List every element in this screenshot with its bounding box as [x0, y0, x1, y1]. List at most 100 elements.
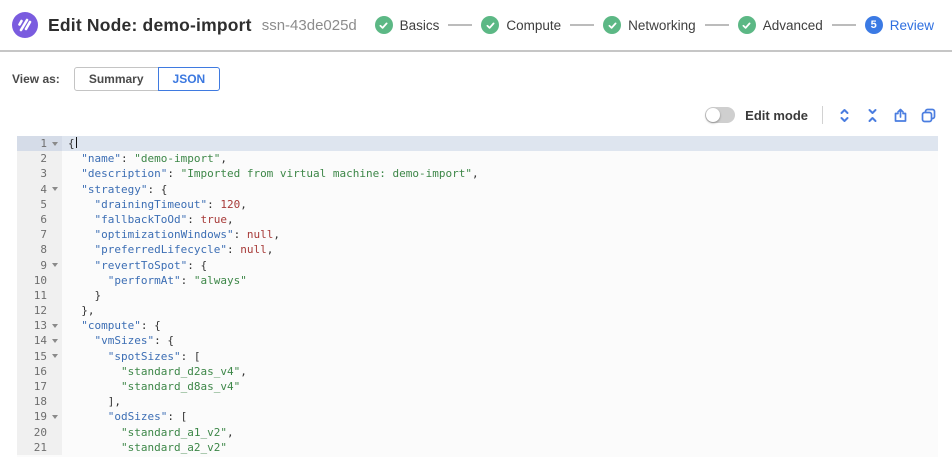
- editor-line: 8 "preferredLifecycle": null,: [17, 242, 938, 257]
- fold-toggle-icon[interactable]: [52, 415, 58, 419]
- line-number: 16: [17, 364, 62, 379]
- editor-line: 9 "revertToSpot": {: [17, 258, 938, 273]
- edit-mode-toggle[interactable]: [705, 107, 735, 123]
- editor-line: 12 },: [17, 303, 938, 318]
- step-label: Review: [890, 18, 934, 33]
- line-number-gutter: 15: [17, 349, 62, 364]
- text-cursor: [76, 137, 78, 148]
- check-icon: [603, 16, 621, 34]
- line-number: 20: [17, 425, 62, 440]
- code-text: "revertToSpot": {: [62, 258, 938, 273]
- line-number: 12: [17, 303, 62, 318]
- collapse-icon[interactable]: [865, 108, 880, 123]
- line-number-gutter: 6: [17, 212, 62, 227]
- view-as-label: View as:: [12, 72, 60, 86]
- line-number-gutter: 12: [17, 303, 62, 318]
- code-text: },: [62, 303, 938, 318]
- line-number-gutter: 2: [17, 151, 62, 166]
- editor-line: 19 "odSizes": [: [17, 409, 938, 424]
- code-text: "performAt": "always": [62, 273, 938, 288]
- step-connector: [570, 24, 594, 26]
- step-label: Compute: [506, 18, 561, 33]
- editor-toolbar: Edit mode: [0, 104, 952, 126]
- editor-line: 1{: [17, 136, 938, 151]
- line-number-gutter: 16: [17, 364, 62, 379]
- line-number: 11: [17, 288, 62, 303]
- line-number-gutter: 10: [17, 273, 62, 288]
- line-number: 8: [17, 242, 62, 257]
- code-text: "name": "demo-import",: [62, 151, 938, 166]
- page-title: Edit Node: demo-import: [48, 15, 252, 36]
- code-text: "standard_a1_v2",: [62, 425, 938, 440]
- line-number-gutter: 5: [17, 197, 62, 212]
- code-text: "optimizationWindows": null,: [62, 227, 938, 242]
- editor-line: 11 }: [17, 288, 938, 303]
- editor-line: 10 "performAt": "always": [17, 273, 938, 288]
- stepper: Basics Compute Networking Advanced 5Review: [375, 16, 940, 34]
- fold-toggle-icon[interactable]: [52, 354, 58, 358]
- expand-icon[interactable]: [837, 108, 852, 123]
- code-text: "description": "Imported from virtual ma…: [62, 166, 938, 181]
- code-text: ],: [62, 394, 938, 409]
- node-id: ssn-43de025d: [262, 17, 357, 34]
- step-networking[interactable]: Networking: [603, 16, 696, 34]
- code-text: "strategy": {: [62, 182, 938, 197]
- view-as-summary-button[interactable]: Summary: [74, 67, 159, 91]
- view-as-row: View as: Summary JSON: [0, 67, 952, 91]
- line-number: 3: [17, 166, 62, 181]
- step-label: Advanced: [763, 18, 823, 33]
- code-text: "spotSizes": [: [62, 349, 938, 364]
- editor-line: 7 "optimizationWindows": null,: [17, 227, 938, 242]
- line-number-gutter: 11: [17, 288, 62, 303]
- step-advanced[interactable]: Advanced: [738, 16, 823, 34]
- line-number: 18: [17, 394, 62, 409]
- check-icon: [375, 16, 393, 34]
- editor-line: 14 "vmSizes": {: [17, 333, 938, 348]
- code-text: "odSizes": [: [62, 409, 938, 424]
- code-text: }: [62, 288, 938, 303]
- line-number-gutter: 20: [17, 425, 62, 440]
- editor-line: 16 "standard_d2as_v4",: [17, 364, 938, 379]
- code-text: "compute": {: [62, 318, 938, 333]
- code-text: "drainingTimeout": 120,: [62, 197, 938, 212]
- step-review[interactable]: 5Review: [865, 16, 934, 34]
- editor-line: 4 "strategy": {: [17, 182, 938, 197]
- check-icon: [738, 16, 756, 34]
- line-number: 2: [17, 151, 62, 166]
- toggle-knob: [706, 108, 720, 122]
- toolbar-divider: [822, 106, 823, 124]
- copy-icon[interactable]: [921, 108, 936, 123]
- line-number-gutter: 14: [17, 333, 62, 348]
- line-number: 7: [17, 227, 62, 242]
- fold-toggle-icon[interactable]: [52, 324, 58, 328]
- spot-logo-icon: [12, 12, 38, 38]
- line-number-gutter: 18: [17, 394, 62, 409]
- editor-line: 2 "name": "demo-import",: [17, 151, 938, 166]
- line-number-gutter: 9: [17, 258, 62, 273]
- fold-toggle-icon[interactable]: [52, 187, 58, 191]
- code-text: "fallbackToOd": true,: [62, 212, 938, 227]
- line-number-gutter: 21: [17, 440, 62, 455]
- line-number-gutter: 7: [17, 227, 62, 242]
- editor-line: 21 "standard_a2_v2": [17, 440, 938, 455]
- export-icon[interactable]: [893, 108, 908, 123]
- fold-toggle-icon[interactable]: [52, 339, 58, 343]
- code-text: "standard_d2as_v4",: [62, 364, 938, 379]
- editor-line: 17 "standard_d8as_v4": [17, 379, 938, 394]
- editor-line: 5 "drainingTimeout": 120,: [17, 197, 938, 212]
- line-number-gutter: 1: [17, 136, 62, 151]
- fold-toggle-icon[interactable]: [52, 263, 58, 267]
- step-connector: [705, 24, 729, 26]
- step-basics[interactable]: Basics: [375, 16, 440, 34]
- editor-line: 3 "description": "Imported from virtual …: [17, 166, 938, 181]
- fold-toggle-icon[interactable]: [52, 142, 58, 146]
- editor-line: 13 "compute": {: [17, 318, 938, 333]
- header: Edit Node: demo-import ssn-43de025d Basi…: [0, 0, 952, 52]
- line-number-gutter: 13: [17, 318, 62, 333]
- view-as-json-button[interactable]: JSON: [158, 67, 221, 91]
- json-editor[interactable]: 1{2 "name": "demo-import",3 "description…: [17, 136, 938, 457]
- line-number: 5: [17, 197, 62, 212]
- step-compute[interactable]: Compute: [481, 16, 561, 34]
- edit-mode-label: Edit mode: [745, 108, 808, 123]
- step-connector: [448, 24, 472, 26]
